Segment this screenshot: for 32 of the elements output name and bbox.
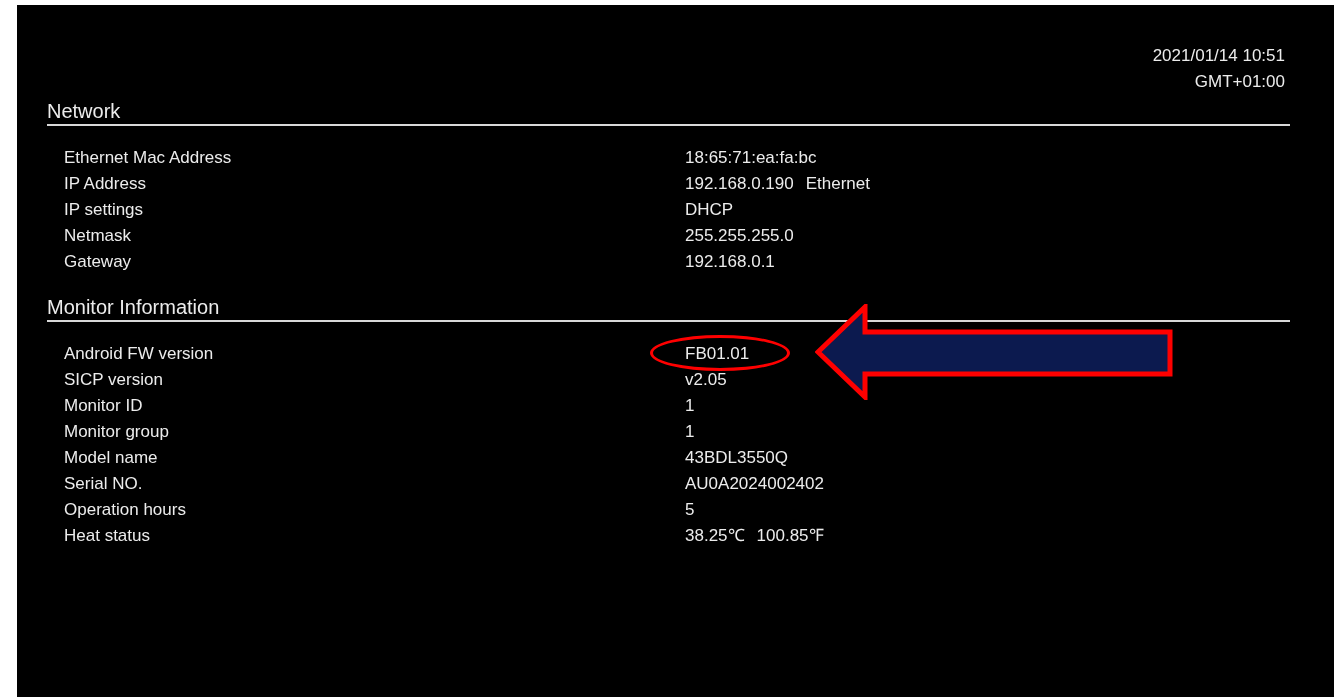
info-label: Operation hours (64, 499, 187, 521)
info-label: Gateway (64, 251, 133, 273)
info-label: IP settings (64, 199, 145, 221)
date-time: 2021/01/14 10:51 (1152, 45, 1285, 67)
info-value: 1 (685, 421, 695, 443)
info-value: 192.168.0.190 (685, 173, 794, 195)
info-label: Monitor ID (64, 395, 144, 417)
info-label: Model name (64, 447, 159, 469)
info-label: Heat status (64, 525, 151, 547)
section-title: Network (47, 99, 1290, 126)
info-value: 100.85℉ (756, 525, 824, 547)
info-label: Ethernet Mac Address (64, 147, 233, 169)
info-value: 5 (685, 499, 695, 521)
info-label: SICP version (64, 369, 164, 391)
info-label: Serial NO. (64, 473, 144, 495)
info-label: Netmask (64, 225, 133, 247)
info-value: FB01.01 (685, 343, 750, 365)
info-value: DHCP (685, 199, 734, 221)
info-label: Monitor group (64, 421, 170, 443)
info-value: 192.168.0.1 (685, 251, 775, 273)
section-title: Monitor Information (47, 295, 1290, 322)
info-value: 1 (685, 395, 695, 417)
info-value: AU0A2024002402 (685, 473, 824, 495)
info-label: IP Address (64, 173, 147, 195)
info-value: v2.05 (685, 369, 727, 391)
info-label: Android FW version (64, 343, 215, 365)
info-value: Ethernet (805, 173, 870, 195)
timezone: GMT+01:00 (1194, 71, 1285, 93)
info-value: 18:65:71:ea:fa:bc (685, 147, 817, 169)
info-value: 43BDL3550Q (685, 447, 789, 469)
info-value: 255.255.255.0 (685, 225, 794, 247)
info-value: 38.25℃ (685, 525, 745, 547)
